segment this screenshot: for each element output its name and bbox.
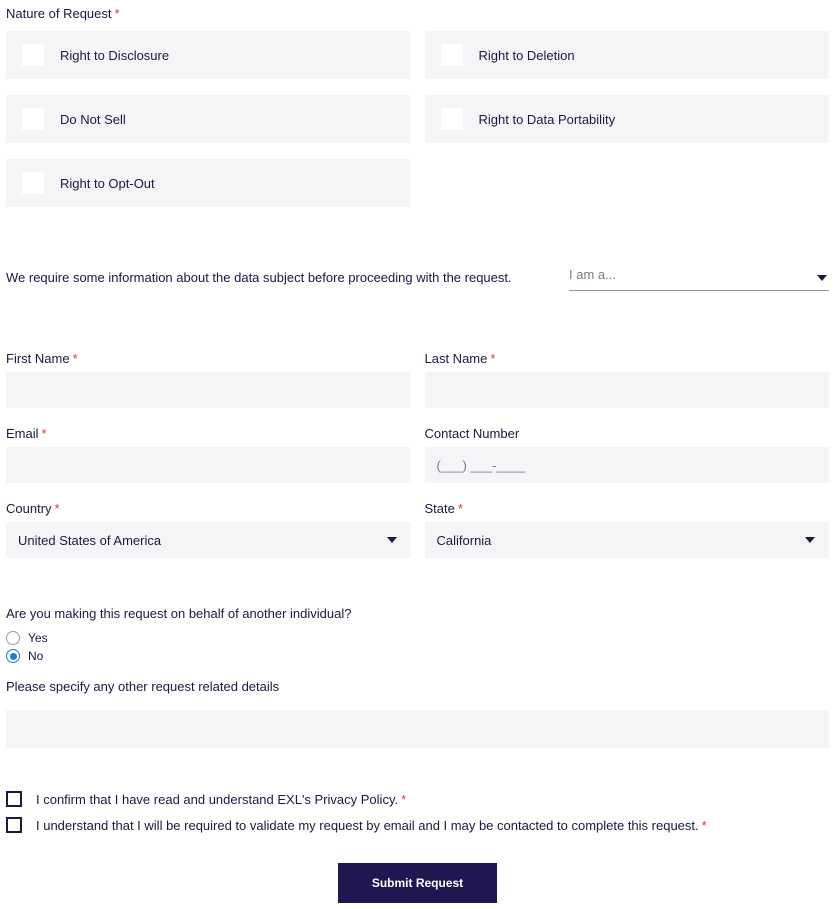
radio-yes[interactable]: Yes — [6, 631, 829, 645]
country-select[interactable]: United States of America — [6, 522, 411, 558]
state-select[interactable]: California — [425, 522, 830, 558]
option-label: Right to Disclosure — [60, 48, 169, 63]
checkbox-icon — [22, 44, 44, 66]
email-label: Email* — [6, 426, 411, 441]
i-am-a-select[interactable]: I am a... — [569, 263, 829, 291]
chevron-down-icon — [387, 537, 397, 543]
radio-yes-label: Yes — [28, 631, 48, 645]
country-label: Country* — [6, 501, 411, 516]
chevron-down-icon — [805, 537, 815, 543]
option-label: Right to Opt-Out — [60, 176, 155, 191]
email-input[interactable] — [6, 447, 411, 483]
checkbox-icon — [441, 44, 463, 66]
i-am-a-label: I am a... — [569, 267, 616, 282]
option-right-to-disclosure[interactable]: Right to Disclosure — [6, 31, 411, 79]
last-name-input[interactable] — [425, 372, 830, 408]
checkbox-icon — [22, 172, 44, 194]
option-label: Do Not Sell — [60, 112, 126, 127]
nature-of-request-label: Nature of Request* — [6, 6, 829, 21]
radio-dot-icon — [10, 653, 17, 660]
state-value: California — [437, 533, 492, 548]
confirm-privacy-checkbox[interactable] — [6, 791, 22, 807]
state-label: State* — [425, 501, 830, 516]
option-label: Right to Data Portability — [479, 112, 616, 127]
radio-no-label: No — [28, 649, 43, 663]
checkbox-icon — [22, 108, 44, 130]
checkbox-icon — [441, 108, 463, 130]
confirm-validate-text: I understand that I will be required to … — [36, 818, 707, 833]
radio-icon — [6, 649, 20, 663]
confirm-privacy-text: I confirm that I have read and understan… — [36, 792, 406, 807]
first-name-label: First Name* — [6, 351, 411, 366]
option-label: Right to Deletion — [479, 48, 575, 63]
option-do-not-sell[interactable]: Do Not Sell — [6, 95, 411, 143]
submit-button[interactable]: Submit Request — [338, 863, 497, 903]
contact-number-input[interactable] — [425, 447, 830, 483]
option-right-to-deletion[interactable]: Right to Deletion — [425, 31, 830, 79]
radio-icon — [6, 631, 20, 645]
first-name-input[interactable] — [6, 372, 411, 408]
country-value: United States of America — [18, 533, 161, 548]
last-name-label: Last Name* — [425, 351, 830, 366]
behalf-question: Are you making this request on behalf of… — [6, 606, 829, 621]
details-textarea[interactable] — [6, 710, 829, 748]
details-label: Please specify any other request related… — [6, 679, 829, 694]
radio-no[interactable]: No — [6, 649, 829, 663]
contact-number-label: Contact Number — [425, 426, 830, 441]
option-right-to-opt-out[interactable]: Right to Opt-Out — [6, 159, 411, 207]
confirm-validate-checkbox[interactable] — [6, 817, 22, 833]
option-right-to-data-portability[interactable]: Right to Data Portability — [425, 95, 830, 143]
chevron-down-icon — [817, 275, 827, 281]
info-text: We require some information about the da… — [6, 270, 549, 285]
